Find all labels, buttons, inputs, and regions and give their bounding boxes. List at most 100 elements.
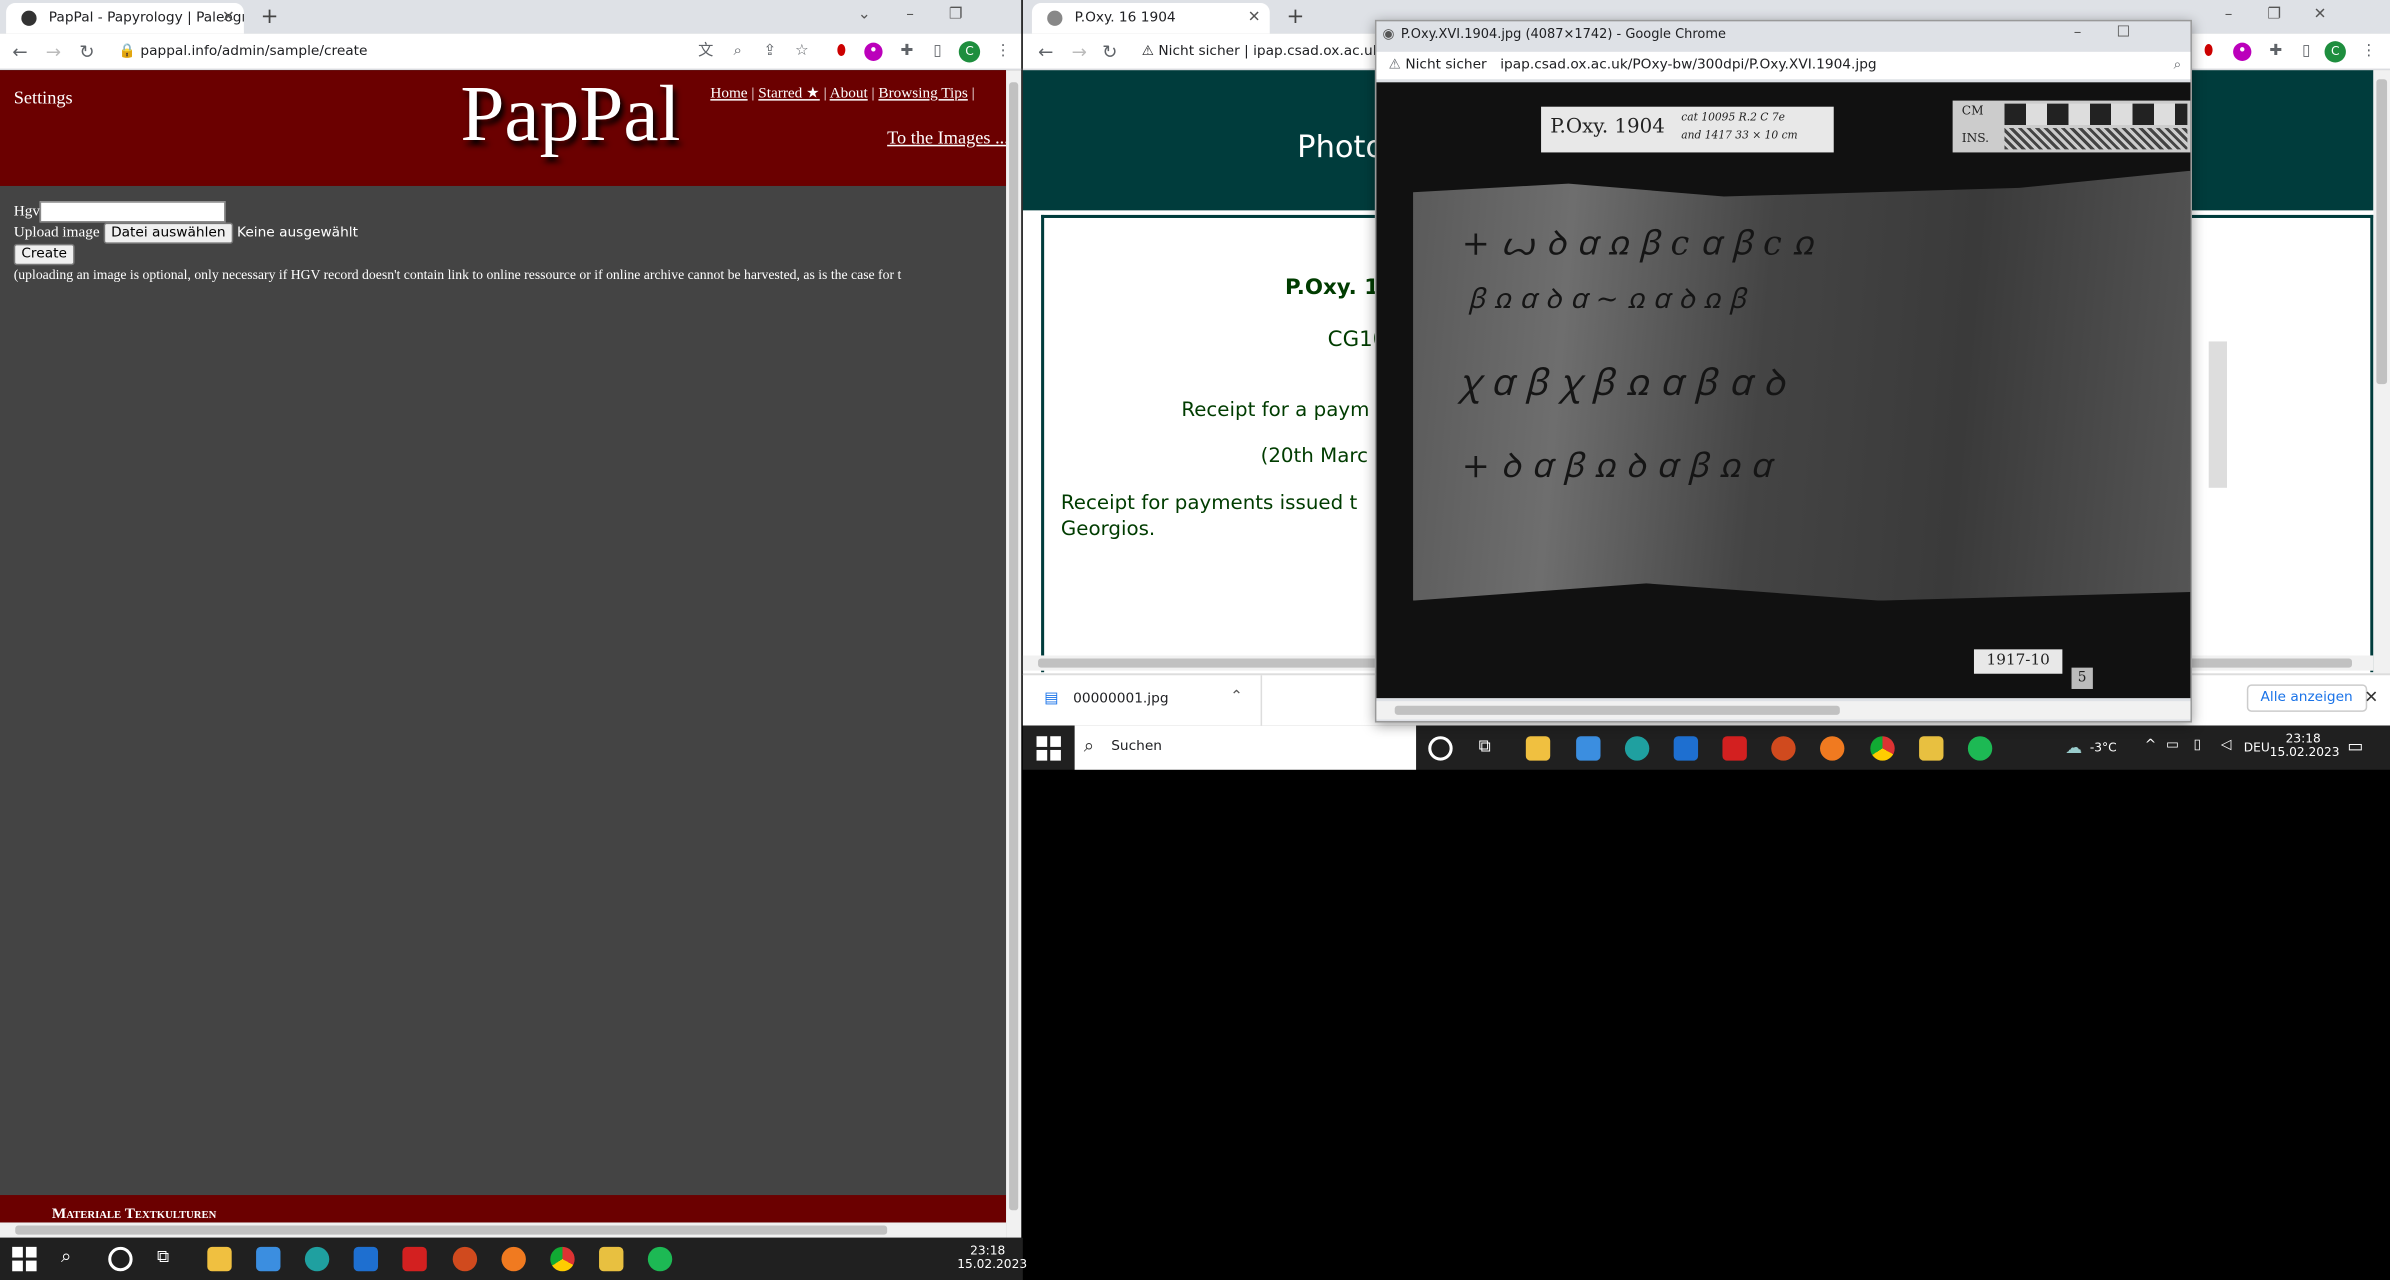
zoom-icon[interactable]: ⌕: [729, 43, 747, 61]
edge-icon[interactable]: [1624, 736, 1650, 761]
task-view-icon[interactable]: ⧉: [1479, 738, 1491, 755]
reload-icon[interactable]: ↻: [1102, 40, 1117, 64]
spotify-icon[interactable]: [1967, 736, 1993, 761]
nav-about[interactable]: About: [830, 85, 868, 102]
record-image-thumb[interactable]: [2208, 341, 2228, 488]
show-all-button[interactable]: Alle anzeigen: [2246, 684, 2367, 712]
forward-icon[interactable]: →: [1072, 40, 1087, 64]
extension-red-icon[interactable]: ⬮: [2200, 43, 2218, 61]
bookmark-star-icon[interactable]: ☆: [793, 43, 811, 61]
sidepanel-icon[interactable]: ▯: [2297, 43, 2315, 61]
tray-chevron-icon[interactable]: ^: [2145, 739, 2157, 753]
notification-icon[interactable]: ▭: [2347, 738, 2363, 755]
windows-start-icon[interactable]: [12, 1246, 37, 1272]
back-icon[interactable]: ←: [12, 40, 27, 64]
left-vertical-scrollbar[interactable]: [1006, 70, 1022, 1238]
explorer-icon[interactable]: [207, 1246, 232, 1272]
network-icon[interactable]: ▭: [2166, 739, 2179, 753]
left-clock[interactable]: 23:18 15.02.2023: [957, 1244, 1027, 1271]
chrome-icon[interactable]: [1870, 736, 1895, 761]
popup-hscroll-thumb[interactable]: [1394, 705, 1840, 715]
nav-starred[interactable]: Starred ★: [758, 85, 819, 102]
extensions-puzzle-icon[interactable]: ✚: [2267, 43, 2285, 61]
restore-icon[interactable]: ❐: [2251, 0, 2297, 30]
extension-red-icon[interactable]: ⬮: [832, 43, 850, 61]
explorer-icon[interactable]: [1525, 736, 1551, 761]
left-address-bar[interactable]: 🔒 pappal.info/admin/sample/create: [119, 40, 683, 64]
papyrus-image[interactable]: P.Oxy. 1904 cat 10095 R.2 C 7e and 1417 …: [1376, 82, 2191, 699]
close-window-icon[interactable]: ✕: [2297, 0, 2343, 30]
firefox-icon[interactable]: [1820, 736, 1845, 761]
taskbar-search-box[interactable]: ⌕ Suchen: [1074, 725, 1417, 770]
volume-icon[interactable]: ◁: [2221, 739, 2232, 753]
left-hscroll-thumb[interactable]: [15, 1225, 888, 1235]
menu-kebab-icon[interactable]: ⋮: [2360, 43, 2378, 61]
cortana-icon[interactable]: [1428, 736, 1453, 761]
mail-icon[interactable]: [1673, 736, 1699, 761]
right-active-tab[interactable]: P.Oxy. 16 1904 ✕: [1031, 3, 1270, 34]
edge-icon[interactable]: [304, 1246, 330, 1272]
language-indicator[interactable]: DEU: [2244, 741, 2270, 755]
download-filename[interactable]: 00000001.jpg: [1073, 692, 1168, 707]
back-icon[interactable]: ←: [1038, 40, 1053, 64]
popup-horizontal-scrollbar[interactable]: [1376, 701, 2191, 720]
maximize-icon[interactable]: ☐: [2100, 18, 2146, 48]
left-active-tab[interactable]: PapPal - Papyrology | Paleograph... ✕: [6, 3, 244, 34]
left-horizontal-scrollbar[interactable]: [0, 1222, 1007, 1238]
chevron-down-icon[interactable]: ⌄: [841, 0, 887, 30]
left-vscroll-thumb[interactable]: [1009, 82, 1019, 1211]
files-app-icon[interactable]: [1919, 736, 1944, 761]
restore-icon[interactable]: ❐: [933, 0, 979, 30]
right-vscroll-thumb[interactable]: [2376, 79, 2388, 385]
battery-icon[interactable]: ▯: [2193, 739, 2201, 753]
minimize-icon[interactable]: –: [2206, 0, 2252, 30]
spotify-icon[interactable]: [647, 1246, 673, 1272]
extension-purple-icon[interactable]: •: [2233, 42, 2252, 61]
files-app-icon[interactable]: [599, 1246, 624, 1272]
windows-start-icon[interactable]: [1036, 736, 1061, 761]
store-icon[interactable]: [256, 1246, 281, 1272]
powerpoint-icon[interactable]: [1771, 736, 1796, 761]
nav-browsing-tips[interactable]: Browsing Tips: [878, 85, 967, 102]
weather-temp[interactable]: -3°C: [2090, 741, 2117, 755]
minimize-icon[interactable]: –: [887, 0, 933, 30]
profile-avatar[interactable]: C: [2324, 41, 2346, 63]
powerpoint-icon[interactable]: [452, 1246, 478, 1272]
close-tab-icon[interactable]: ✕: [222, 3, 235, 33]
store-icon[interactable]: [1576, 736, 1601, 761]
mail-icon[interactable]: [353, 1246, 379, 1272]
pappal-logo[interactable]: PapPal: [460, 70, 680, 160]
new-tab-button[interactable]: +: [261, 3, 279, 30]
close-tab-icon[interactable]: ✕: [1248, 3, 1261, 33]
sidepanel-icon[interactable]: ▯: [928, 43, 946, 61]
acrobat-icon[interactable]: [1722, 736, 1747, 761]
choose-file-button[interactable]: Datei auswählen: [103, 222, 234, 244]
forward-icon[interactable]: →: [46, 40, 61, 64]
new-tab-button[interactable]: +: [1287, 3, 1305, 30]
extensions-puzzle-icon[interactable]: ✚: [898, 43, 916, 61]
right-vertical-scrollbar[interactable]: [2373, 70, 2390, 674]
settings-link[interactable]: Settings: [14, 87, 73, 110]
create-button[interactable]: Create: [13, 243, 75, 266]
popup-address-bar[interactable]: ⚠ Nicht sicher ipap.csad.ox.ac.uk/POxy-b…: [1376, 51, 2191, 80]
right-address-bar[interactable]: ⚠ Nicht sicher | ipap.csad.ox.ac.uk/: [1142, 40, 1386, 64]
translate-icon[interactable]: 文: [697, 43, 715, 61]
profile-avatar[interactable]: C: [958, 41, 981, 63]
extension-purple-icon[interactable]: •: [864, 42, 883, 61]
close-downloads-icon[interactable]: ✕: [2364, 687, 2378, 707]
task-view-icon[interactable]: ⧉: [157, 1248, 169, 1265]
chevron-up-icon[interactable]: ⌃: [1230, 689, 1243, 706]
reload-icon[interactable]: ↻: [79, 40, 94, 64]
nav-home[interactable]: Home: [710, 85, 747, 102]
chrome-icon[interactable]: [550, 1246, 575, 1272]
minimize-icon[interactable]: –: [2055, 18, 2101, 48]
right-clock[interactable]: 23:18 15.02.2023: [2270, 732, 2340, 759]
to-images-link[interactable]: To the Images ...: [887, 127, 1006, 150]
acrobat-icon[interactable]: [402, 1246, 427, 1272]
search-icon[interactable]: ⌕: [61, 1247, 71, 1265]
firefox-icon[interactable]: [501, 1246, 526, 1272]
hgv-input[interactable]: [39, 201, 226, 223]
share-icon[interactable]: ⇪: [761, 43, 779, 61]
cortana-icon[interactable]: [108, 1246, 133, 1272]
menu-kebab-icon[interactable]: ⋮: [994, 43, 1012, 61]
